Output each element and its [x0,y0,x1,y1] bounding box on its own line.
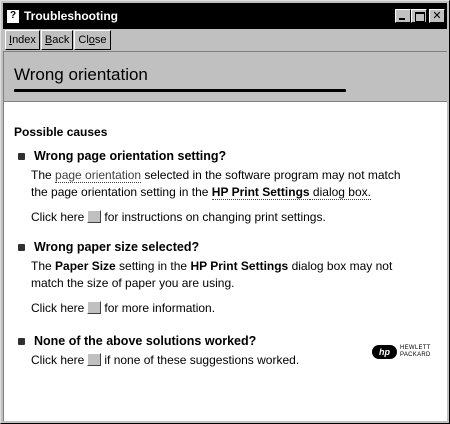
back-button[interactable]: Back [40,30,74,50]
help-toolbar: Index Back Close [3,29,447,51]
troubleshooting-window: ? Troubleshooting ✕ Index Back Close Wro… [0,0,450,424]
close-window-button[interactable]: ✕ [429,9,445,23]
window-title: Troubleshooting [24,9,118,23]
topic-body: Possible causes Wrong page orientation s… [4,102,447,421]
cause-title: Wrong paper size selected? [34,240,200,254]
hp-print-settings-link[interactable]: HP Print Settings [211,185,310,200]
topic-header: Wrong orientation [4,52,447,102]
jump-button[interactable] [87,210,102,223]
maximize-button[interactable] [411,9,427,23]
minimize-button[interactable] [395,9,411,23]
page-orientation-link[interactable]: page orientation [55,168,142,183]
hp-logo: hp HEWLETT PACKARD [372,345,431,359]
cause-text: The Paper Size setting in the HP Print S… [31,259,393,273]
jump-button[interactable] [87,301,102,314]
bullet-icon [18,153,25,160]
cause-text: match the size of paper you are using. [31,276,235,290]
cause-title: Wrong page orientation setting? [34,149,227,163]
help-icon: ? [7,9,19,23]
cause-text: The page orientation selected in the sof… [31,168,401,183]
click-here-line: Click here for instructions on changing p… [31,210,326,224]
title-bar[interactable]: ? Troubleshooting ✕ [3,3,447,29]
possible-causes-heading: Possible causes [14,125,108,139]
cause-text: the page orientation setting in the HP P… [31,185,371,200]
click-here-line: Click here for more information. [31,301,216,315]
cause-title: None of the above solutions worked? [34,334,257,348]
jump-button[interactable] [87,353,102,366]
hp-logo-icon: hp [372,345,397,359]
bullet-icon [18,244,25,251]
bullet-icon [18,338,25,345]
close-button[interactable]: Close [74,30,111,50]
index-button[interactable]: Index [5,30,40,50]
click-here-line: Click here if none of these suggestions w… [31,353,300,367]
header-divider [14,89,346,92]
topic-title: Wrong orientation [14,65,148,84]
help-content: Wrong orientation Possible causes Wrong … [3,51,447,421]
